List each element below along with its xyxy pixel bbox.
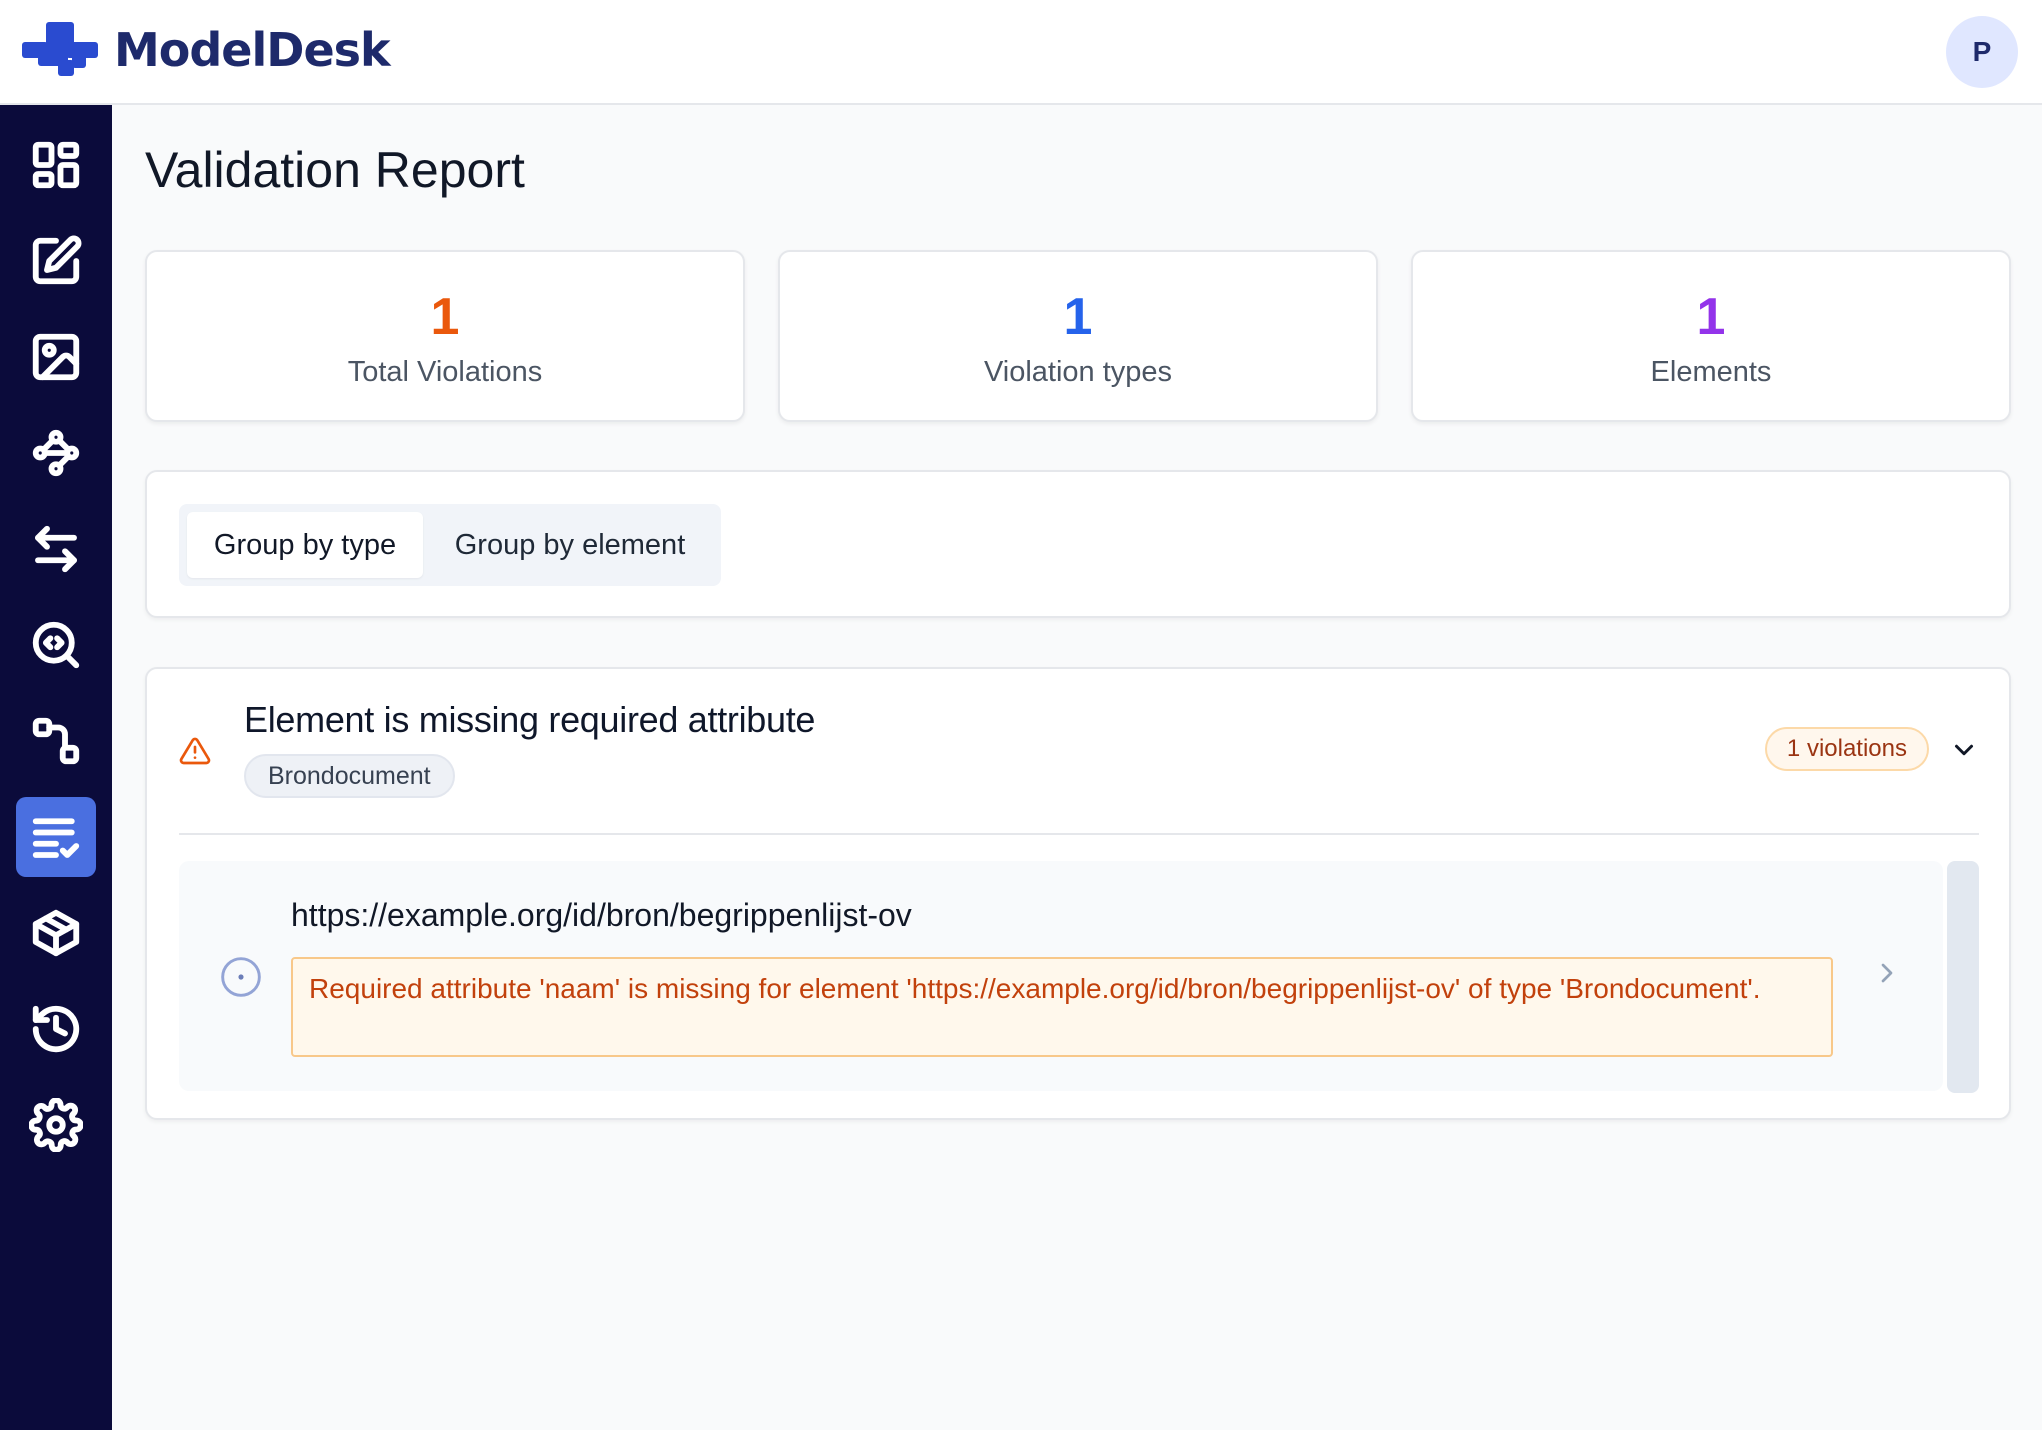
settings-icon xyxy=(29,1098,83,1152)
sidebar-item-transfer[interactable] xyxy=(16,509,96,589)
code-search-icon xyxy=(32,621,80,669)
sidebar-item-packages[interactable] xyxy=(16,893,96,973)
status-circle-icon xyxy=(221,957,261,997)
grouping-card: Group by type Group by element xyxy=(145,470,2011,618)
transfer-icon xyxy=(35,525,77,573)
sidebar-item-relations[interactable] xyxy=(16,701,96,781)
sidebar-item-editor[interactable] xyxy=(16,221,96,301)
violation-item[interactable]: https://example.org/id/bron/begrippenlij… xyxy=(179,861,1943,1091)
modeldesk-logo-icon xyxy=(22,22,98,76)
violation-element-url[interactable]: https://example.org/id/bron/begrippenlij… xyxy=(291,897,912,934)
top-bar: ModelDesk P xyxy=(0,0,2042,105)
stat-card-elements: 1 Elements xyxy=(1411,250,2011,422)
sidebar-item-validation[interactable] xyxy=(16,797,96,877)
group-by-element-button[interactable]: Group by element xyxy=(429,512,711,578)
main-content: Validation Report 1 Total Violations 1 V… xyxy=(112,105,2042,1430)
violation-count-badge: 1 violations xyxy=(1764,727,1929,771)
stat-card-total-violations: 1 Total Violations xyxy=(145,250,745,422)
sidebar-item-code-search[interactable] xyxy=(16,605,96,685)
chevron-down-icon[interactable] xyxy=(1949,735,1979,765)
page-title: Validation Report xyxy=(145,142,525,198)
stat-value: 1 xyxy=(1063,288,1093,346)
sidebar-item-settings[interactable] xyxy=(16,1085,96,1165)
sidebar-item-history[interactable] xyxy=(16,989,96,1069)
stat-card-violation-types: 1 Violation types xyxy=(778,250,1378,422)
user-avatar[interactable]: P xyxy=(1946,16,2018,88)
sidebar-item-images[interactable] xyxy=(16,317,96,397)
violation-message: Required attribute 'naam' is missing for… xyxy=(291,957,1833,1057)
graph-icon xyxy=(32,429,80,477)
stat-label: Violation types xyxy=(983,356,1173,388)
violation-group-card: Element is missing required attribute Br… xyxy=(145,667,2011,1120)
sidebar-item-dashboard[interactable] xyxy=(16,125,96,205)
stat-value: 1 xyxy=(1696,288,1726,346)
sidebar-nav xyxy=(0,105,112,1430)
image-icon xyxy=(32,333,80,381)
history-icon xyxy=(32,1005,80,1053)
violation-group-title: Element is missing required attribute xyxy=(244,699,816,740)
package-icon xyxy=(32,909,80,957)
grouping-toggle: Group by type Group by element xyxy=(179,504,721,586)
validation-list-icon xyxy=(32,818,80,858)
edit-icon xyxy=(32,235,82,285)
stat-label: Elements xyxy=(1650,356,1772,388)
relations-icon xyxy=(32,717,80,765)
group-by-type-button[interactable]: Group by type xyxy=(187,512,423,578)
app-logo[interactable]: ModelDesk xyxy=(22,22,391,78)
app-name: ModelDesk xyxy=(114,23,391,77)
stat-label: Total Violations xyxy=(347,356,543,388)
sidebar-item-graph[interactable] xyxy=(16,413,96,493)
element-type-chip: Brondocument xyxy=(244,754,455,798)
dashboard-icon xyxy=(32,141,80,189)
warning-icon xyxy=(179,737,211,765)
chevron-right-icon[interactable] xyxy=(1871,957,1903,989)
divider xyxy=(179,833,1979,835)
scrollbar[interactable] xyxy=(1947,861,1979,1093)
stat-value: 1 xyxy=(430,288,460,346)
